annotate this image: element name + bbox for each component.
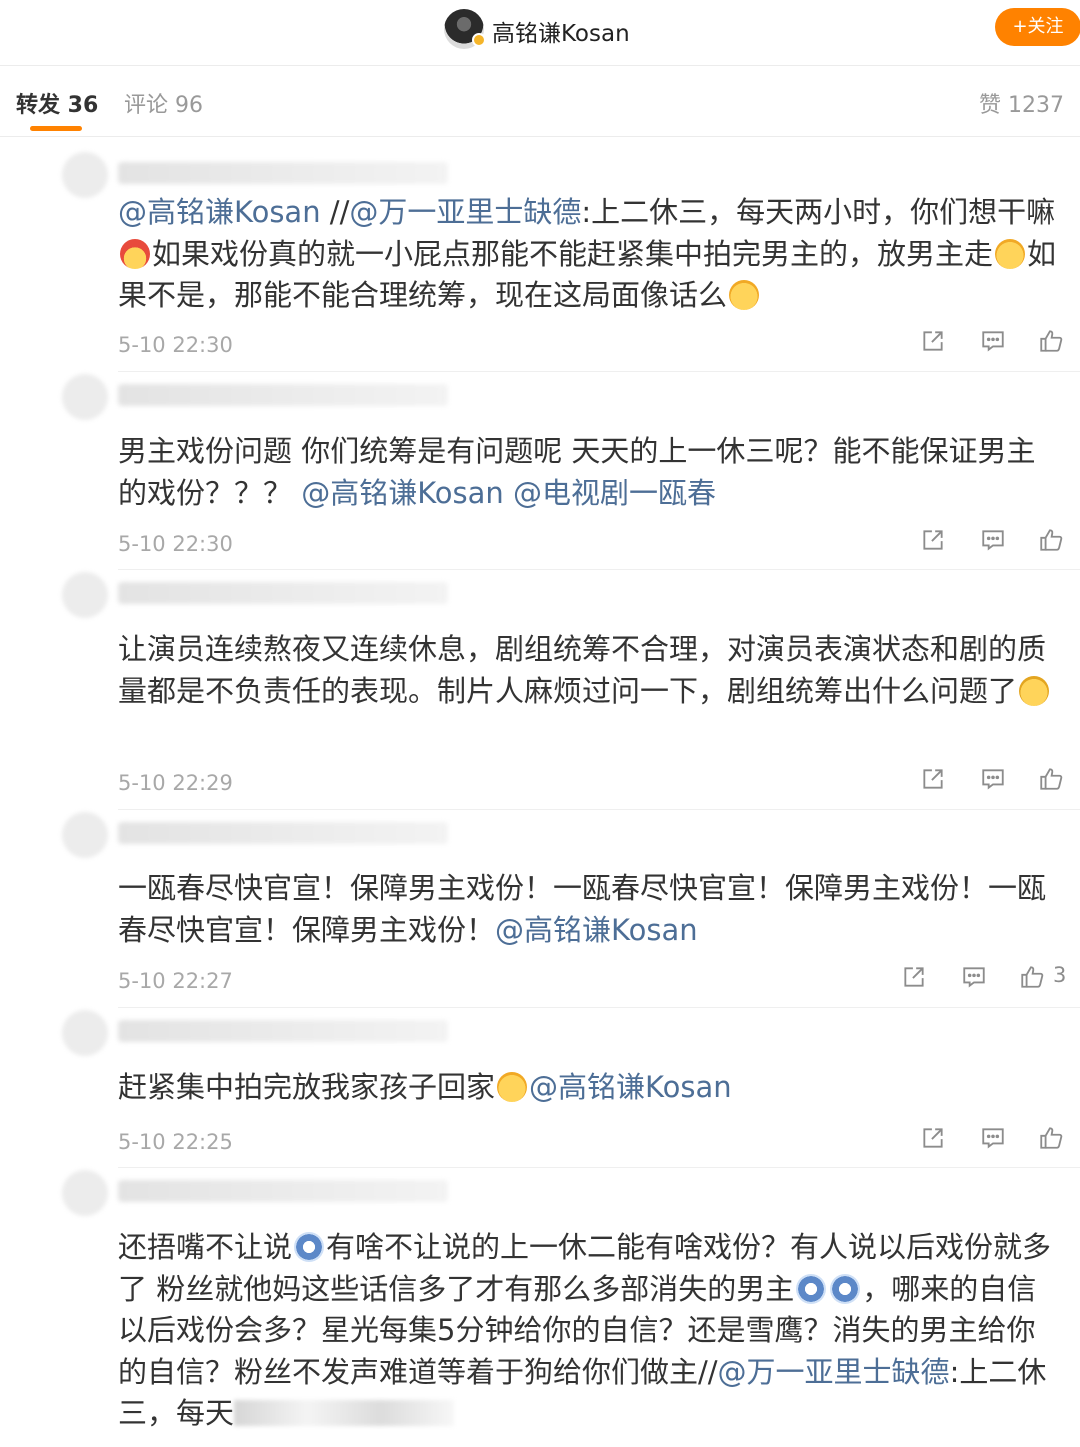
shock-emoji-icon [796,1273,827,1304]
repost-icon[interactable] [901,964,927,990]
mention-link[interactable]: @万一亚里士缺德 [349,195,581,229]
like-icon[interactable] [1038,328,1064,354]
like-count: 3 [1053,963,1067,987]
comment-icon[interactable] [980,1125,1006,1151]
timestamp: 5-10 22:30 [118,333,233,357]
commenter-name-blurred[interactable] [118,822,448,844]
commenter-name-blurred[interactable] [118,1180,448,1202]
shock-emoji-icon [294,1232,325,1262]
text-span: 如果戏份真的就一小屁点那能不能赶紧集中拍完男主的，放男主走 [152,236,994,271]
mention-link[interactable]: @电视剧一瓯春 [513,476,716,510]
comment-icon[interactable] [980,766,1006,792]
comment-icon[interactable] [961,964,987,990]
text-span: 让演员连续熬夜又连续休息，剧组统筹不合理，对演员表演状态和剧的质量都是不负责任的… [118,632,1047,708]
commenter-name-blurred[interactable] [118,1020,448,1042]
commenter-avatar[interactable] [62,1010,108,1056]
divider [118,809,1080,810]
repost-text: 还捂嘴不让说 有啥不让说的上一休二能有啥戏份？有人说以后戏份就多了 粉丝就他妈这些… [118,1227,1063,1435]
repost-text: @高铭谦Kosan //@万一亚里士缺德:上二休三，每天两小时，你们想干嘛如果戏… [118,192,1063,317]
repost-text: 让演员连续熬夜又连续休息，剧组统筹不合理，对演员表演状态和剧的质量都是不负责任的… [118,629,1063,712]
commenter-avatar[interactable] [62,812,108,858]
commenter-name-blurred[interactable] [118,582,448,604]
repost-icon[interactable] [920,328,946,354]
timestamp: 5-10 22:25 [118,1130,233,1154]
text-span: 赶紧集中拍完放我家孩子回家 [118,1070,496,1104]
follow-button[interactable]: +关注 [995,8,1080,46]
tab-bar: 转发 36 评论 96 赞 1237 [0,67,1080,137]
commenter-name-blurred[interactable] [118,162,448,184]
comment-icon[interactable] [980,527,1006,553]
tab-likes[interactable]: 赞 1237 [979,87,1064,119]
timestamp: 5-10 22:29 [118,771,233,795]
repost-text: 赶紧集中拍完放我家孩子回家 @高铭谦Kosan [118,1067,1063,1109]
comment-icon[interactable] [980,328,1006,354]
mention-link[interactable]: @万一亚里士缺德 [718,1355,950,1389]
repost-icon[interactable] [920,527,946,553]
like-icon[interactable] [1038,766,1064,792]
timestamp: 5-10 22:27 [118,969,233,993]
shock-emoji-icon [830,1273,861,1304]
text-span [504,476,513,510]
divider [118,1007,1080,1008]
text-span: 还捂嘴不让说 [118,1230,293,1264]
tab-comments[interactable]: 评论 96 [124,87,203,119]
commenter-avatar[interactable] [62,152,108,198]
repost-text: 一瓯春尽快官宣！保障男主戏份！一瓯春尽快官宣！保障男主戏份！一瓯春尽快官宣！保障… [118,868,1063,951]
smile-emoji-icon [995,238,1026,269]
mention-link[interactable]: @高铭谦Kosan [118,195,321,229]
like-icon[interactable] [1019,964,1045,990]
commenter-name-blurred[interactable] [118,384,448,406]
commenter-avatar[interactable] [62,1170,108,1216]
repost-text: 男主戏份问题 你们统筹是有问题呢 天天的上一休三呢？能不能保证男主的戏份？？？ … [118,431,1063,514]
divider [118,1167,1080,1168]
user-name[interactable]: 高铭谦Kosan [492,14,630,48]
smile-emoji-icon [497,1072,528,1102]
divider [118,569,1080,570]
divider [118,371,1080,372]
commenter-avatar[interactable] [62,374,108,420]
smile-emoji-icon [729,280,760,310]
mention-link[interactable]: @高铭谦Kosan [529,1070,732,1104]
like-icon[interactable] [1038,527,1064,553]
santa-emoji-icon [120,238,150,269]
post-header: 高铭谦Kosan +关注 [0,0,1080,66]
repost-icon[interactable] [920,1125,946,1151]
text-span: // [320,195,350,229]
text-span: :上二休三，每天两小时，你们想干嘛 [581,195,1056,229]
active-tab-indicator [30,126,82,131]
think-emoji-icon [1019,675,1050,706]
mention-link[interactable]: @高铭谦Kosan [495,913,698,947]
repost-icon[interactable] [920,766,946,792]
like-icon[interactable] [1038,1125,1064,1151]
verified-badge-icon [472,33,486,47]
mention-link[interactable]: @高铭谦Kosan [301,476,504,510]
redacted-text [234,1400,455,1426]
commenter-avatar[interactable] [62,572,108,618]
timestamp: 5-10 22:30 [118,532,233,556]
tab-reposts[interactable]: 转发 36 [16,87,98,119]
